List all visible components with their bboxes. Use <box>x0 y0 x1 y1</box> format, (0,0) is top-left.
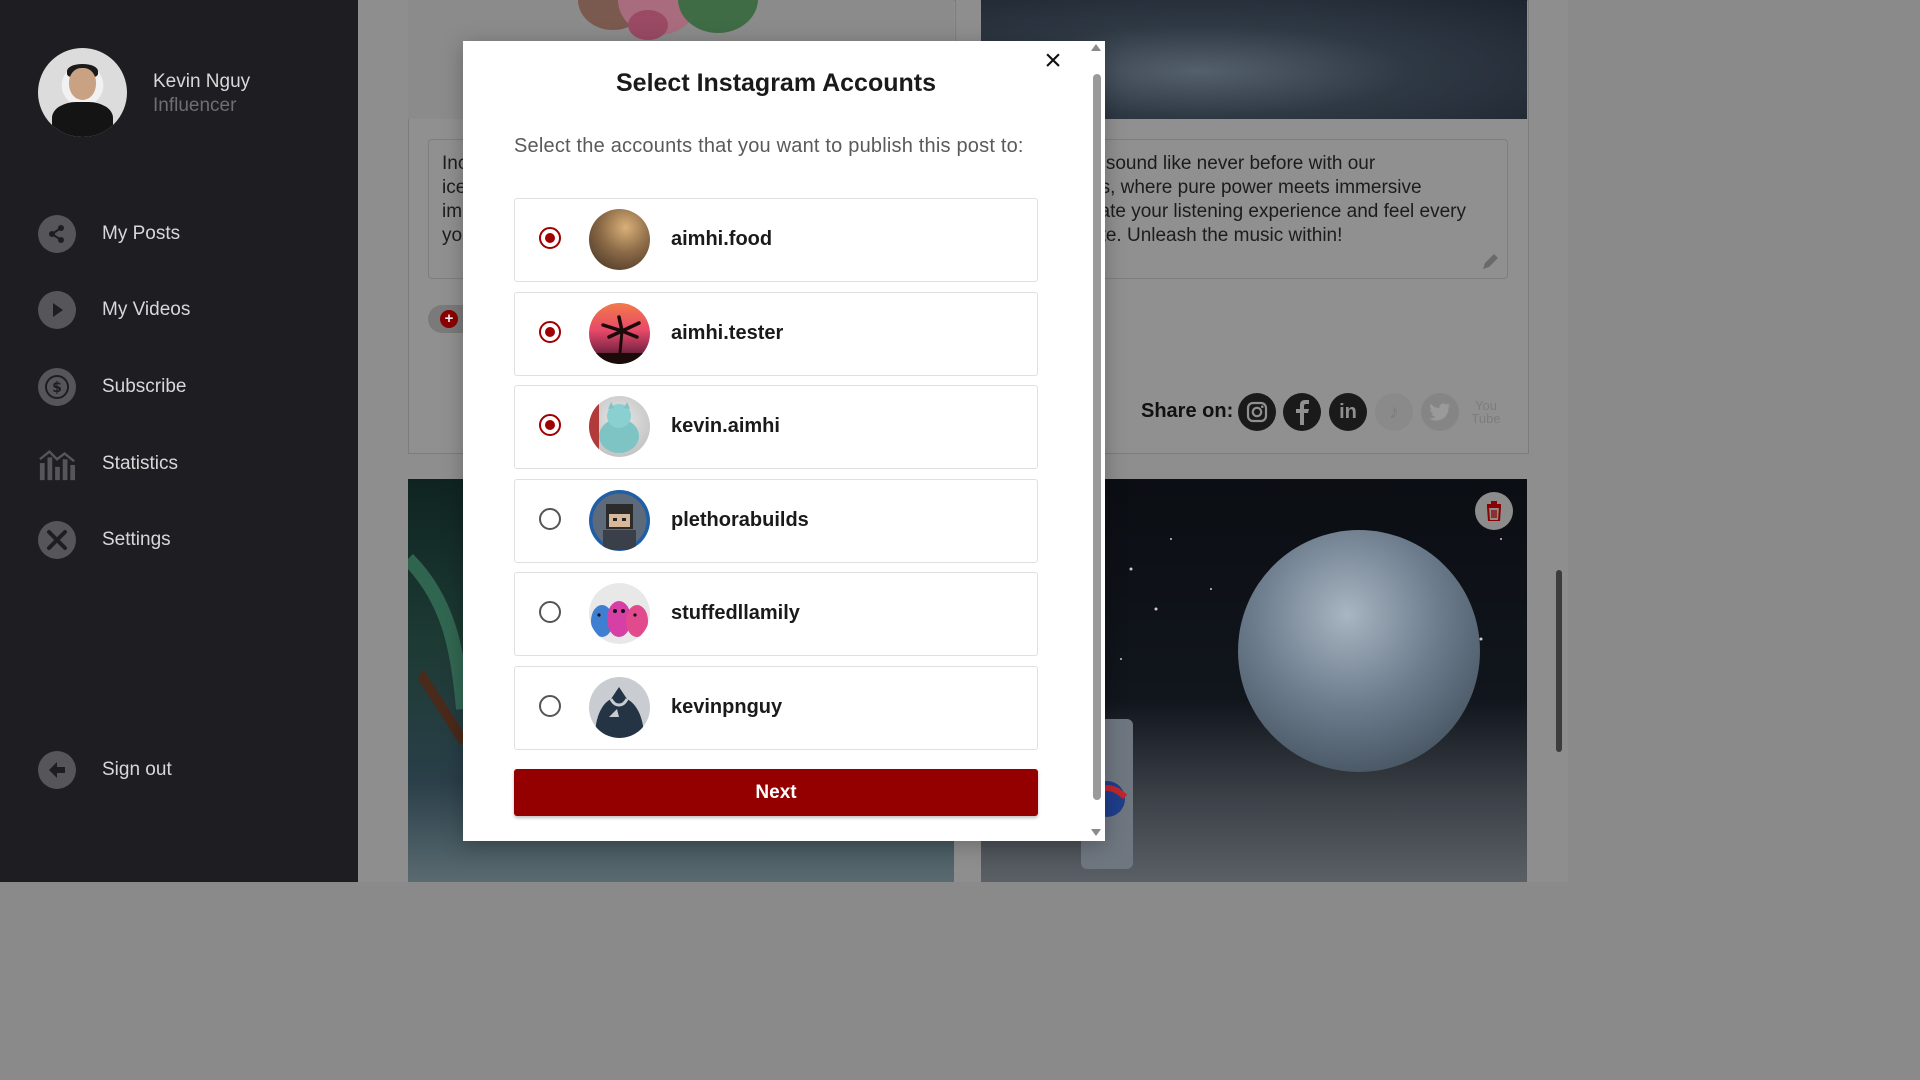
arrow-left-icon <box>38 751 76 789</box>
sidebar-item-statistics[interactable]: Statistics <box>38 444 178 484</box>
sign-out-button[interactable]: Sign out <box>38 750 172 790</box>
sidebar-item-label: Subscribe <box>102 376 187 397</box>
account-name: aimhi.food <box>671 228 773 250</box>
next-button[interactable]: Next <box>514 769 1038 816</box>
instagram-icon[interactable] <box>1238 393 1276 431</box>
account-avatar <box>589 209 650 270</box>
sidebar-item-my-videos[interactable]: My Videos <box>38 290 190 330</box>
account-row-plethorabuilds[interactable]: plethorabuilds <box>514 479 1038 563</box>
play-icon <box>38 291 76 329</box>
close-icon[interactable]: × <box>1041 46 1065 76</box>
account-avatar <box>589 303 650 364</box>
dollar-icon: $ <box>38 368 76 406</box>
sidebar-item-label: My Videos <box>102 299 191 320</box>
sidebar-item-label: My Posts <box>102 223 181 244</box>
svg-text:$: $ <box>52 380 62 396</box>
chart-icon <box>38 445 76 483</box>
account-radio[interactable] <box>539 414 561 436</box>
user-name: Kevin Nguy <box>153 71 251 92</box>
modal-scrollbar-thumb[interactable] <box>1093 74 1101 800</box>
planet-image <box>1238 530 1480 772</box>
share-label: Share on: <box>1141 400 1234 422</box>
sidebar-item-my-posts[interactable]: My Posts <box>38 214 180 254</box>
trash-icon[interactable] <box>1475 492 1513 530</box>
account-row-kevin-aimhi[interactable]: kevin.aimhi <box>514 385 1038 469</box>
account-radio[interactable] <box>539 695 561 717</box>
account-avatar <box>589 396 650 457</box>
sign-out-label: Sign out <box>102 759 172 780</box>
account-radio[interactable] <box>539 601 561 623</box>
sidebar-item-label: Statistics <box>102 453 179 474</box>
scroll-up-arrow-icon[interactable] <box>1091 44 1101 51</box>
sidebar-item-settings[interactable]: Settings <box>38 520 171 560</box>
account-radio[interactable] <box>539 508 561 530</box>
linkedin-icon[interactable]: in <box>1329 393 1367 431</box>
account-row-kevinpnguy[interactable]: kevinpnguy <box>514 666 1038 750</box>
account-avatar <box>589 583 650 644</box>
scroll-down-arrow-icon[interactable] <box>1091 829 1101 836</box>
twitter-icon[interactable] <box>1421 393 1459 431</box>
account-row-aimhi-tester[interactable]: aimhi.tester <box>514 292 1038 376</box>
account-name: stuffedllamily <box>671 602 800 624</box>
modal-subtitle: Select the accounts that you want to pub… <box>514 135 1024 157</box>
select-accounts-modal: Select Instagram Accounts × Select the a… <box>463 41 1105 841</box>
account-name: kevinpnguy <box>671 696 783 718</box>
user-avatar[interactable] <box>38 48 127 137</box>
account-row-aimhi-food[interactable]: aimhi.food <box>514 198 1038 282</box>
share-icon <box>38 215 76 253</box>
post-caption: Inc ice im yo <box>442 153 464 246</box>
sidebar-item-label: Settings <box>102 529 171 550</box>
post-caption: e sound like never before with our es, w… <box>1090 153 1467 246</box>
add-button[interactable]: + <box>428 305 464 333</box>
sidebar-item-subscribe[interactable]: $ Subscribe <box>38 367 187 407</box>
page-scrollbar[interactable] <box>1556 570 1562 752</box>
youtube-icon[interactable]: You Tube <box>1467 393 1505 431</box>
pencil-icon[interactable] <box>1480 252 1500 277</box>
tiktok-icon[interactable]: ♪ <box>1375 393 1413 431</box>
tools-icon <box>38 521 76 559</box>
account-radio[interactable] <box>539 321 561 343</box>
sidebar: Kevin Nguy Influencer My Posts My Videos… <box>0 0 358 882</box>
account-row-stuffedllamily[interactable]: stuffedllamily <box>514 572 1038 656</box>
account-avatar <box>589 490 650 551</box>
plus-icon: + <box>440 310 458 328</box>
account-avatar <box>589 677 650 738</box>
account-radio[interactable] <box>539 227 561 249</box>
account-name: plethorabuilds <box>671 509 809 531</box>
facebook-icon[interactable] <box>1283 393 1321 431</box>
user-role: Influencer <box>153 95 237 116</box>
modal-title: Select Instagram Accounts <box>615 69 936 97</box>
account-name: kevin.aimhi <box>671 415 780 437</box>
account-name: aimhi.tester <box>671 322 784 344</box>
